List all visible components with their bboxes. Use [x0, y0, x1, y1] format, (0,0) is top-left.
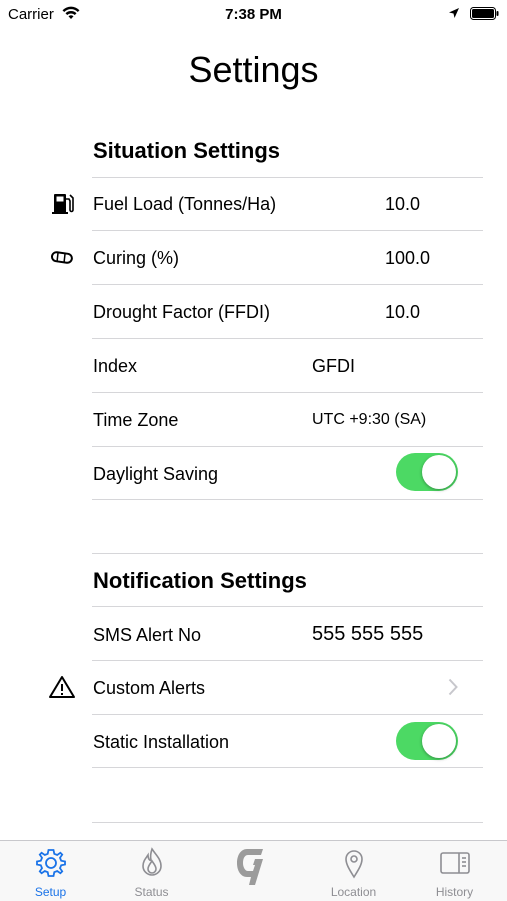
toggle-knob: [422, 724, 456, 758]
divider: [92, 499, 483, 500]
tab-label: History: [435, 885, 474, 899]
flame-icon: [141, 847, 162, 876]
curing-value[interactable]: 100.0: [385, 247, 430, 269]
section-header-situation: Situation Settings: [93, 138, 280, 163]
daylight-saving-toggle[interactable]: [396, 453, 458, 491]
tab-bar: Setup Status Location History: [0, 840, 507, 901]
divider: [92, 338, 483, 339]
static-installation-label: Static Installation: [93, 732, 230, 752]
fuel-load-label: Fuel Load (Tonnes/Ha): [93, 194, 277, 214]
sms-alert-value[interactable]: 555 555 555: [312, 623, 423, 645]
divider: [92, 177, 483, 178]
sms-alert-label: SMS Alert No: [93, 625, 202, 645]
divider: [92, 284, 483, 285]
section-header-notification: Notification Settings: [93, 568, 307, 593]
divider: [92, 767, 483, 768]
divider: [92, 822, 483, 823]
fuel-load-value[interactable]: 10.0: [385, 193, 420, 215]
tab-home-logo[interactable]: [202, 841, 303, 901]
location-arrow-icon: [449, 8, 459, 18]
drought-factor-label: Drought Factor (FFDI): [93, 302, 271, 322]
tab-label: Setup: [34, 885, 67, 899]
logo-icon: [236, 849, 263, 885]
tab-status[interactable]: Status: [101, 841, 202, 901]
warning-icon: [49, 676, 75, 698]
hay-bale-icon: [50, 251, 73, 264]
toggle-knob: [422, 455, 456, 489]
map-pin-icon: [344, 850, 363, 879]
divider: [92, 553, 483, 554]
tab-history[interactable]: History: [404, 841, 505, 901]
daylight-saving-label: Daylight Saving: [93, 464, 219, 484]
status-time: 7:38 PM: [225, 6, 282, 23]
divider: [92, 392, 483, 393]
index-value[interactable]: GFDI: [312, 355, 355, 377]
divider: [92, 714, 483, 715]
index-label: Index: [93, 356, 138, 376]
divider: [92, 606, 483, 607]
custom-alerts-label: Custom Alerts: [93, 678, 206, 698]
tab-label: Status: [134, 885, 169, 899]
divider: [92, 230, 483, 231]
static-installation-toggle[interactable]: [396, 722, 458, 760]
chevron-right-icon: [448, 678, 458, 696]
divider: [92, 446, 483, 447]
time-zone-value[interactable]: UTC +9:30 (SA): [312, 409, 426, 431]
time-zone-label: Time Zone: [93, 410, 179, 430]
fuel-pump-icon: [52, 194, 74, 214]
tab-location[interactable]: Location: [303, 841, 404, 901]
tab-label: Location: [330, 885, 377, 899]
battery-icon: [470, 7, 499, 20]
history-icon: [439, 852, 470, 874]
gear-icon: [35, 849, 66, 877]
tab-setup[interactable]: Setup: [0, 841, 101, 901]
drought-factor-value[interactable]: 10.0: [385, 301, 420, 323]
curing-label: Curing (%): [93, 248, 180, 268]
page-title: Settings: [188, 49, 319, 90]
